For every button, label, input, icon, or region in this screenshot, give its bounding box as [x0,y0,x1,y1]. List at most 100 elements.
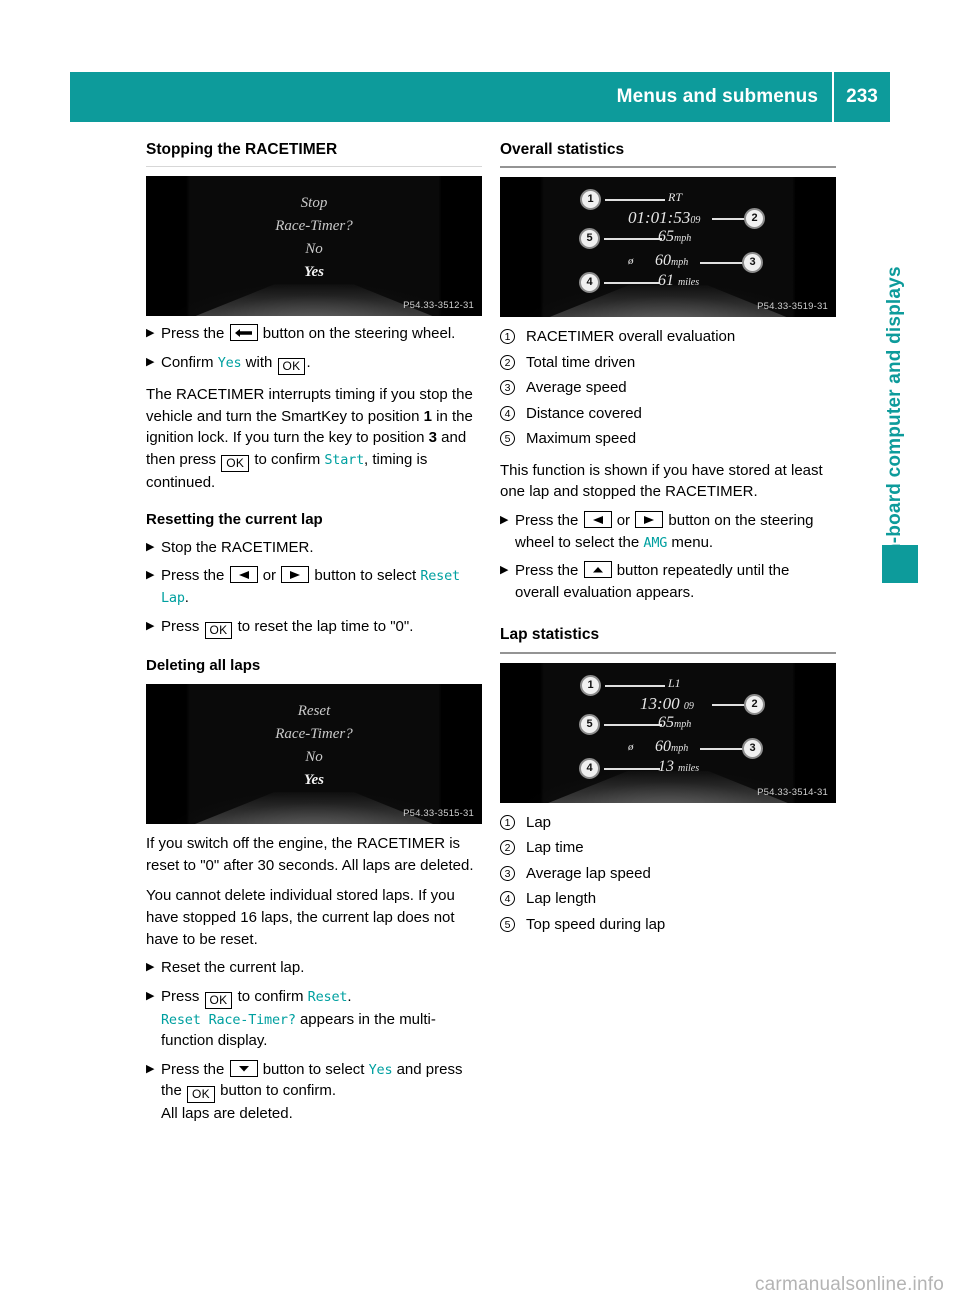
ok-button-icon: OK [277,357,306,375]
legend-number: 5 [500,914,526,934]
page-header: Menus and submenus 233 [70,72,890,122]
leader-line-1 [605,199,665,202]
down-arrow-button-icon [229,1059,258,1077]
legend-item: 5 Top speed during lap [500,914,836,937]
stat-label-rt: RT [668,190,683,205]
legend-number: 4 [500,403,526,423]
ok-button-icon: OK [204,991,233,1009]
step-text-prefix: Press the [161,325,225,343]
leader-line-4 [604,282,660,285]
step-bullet-icon: ▶ [146,961,155,974]
step-text-result: All laps are deleted. [161,1105,293,1123]
legend-label: Total time driven [526,353,636,371]
chapter-tab-marker [882,545,918,583]
step-text-mid: with [245,353,273,371]
up-arrow-button-icon [583,561,612,579]
step-text: Reset the current lap. [161,959,305,977]
legend-label: Average speed [526,379,627,397]
callout-bubble-2: 2 [744,208,765,230]
stat-avg-speed: 60mph [655,252,689,270]
step-text-suffix: button to confirm. [220,1082,337,1100]
stat-lap-time: 13:00 09 [640,693,694,713]
legend-item: 2 Total time driven [500,352,836,375]
left-arrow-button-icon [583,511,612,529]
step-bullet-icon: ▶ [500,564,509,577]
legend-item: 1 RACETIMER overall evaluation [500,326,836,349]
section-title-stopping-racetimer: Stopping the RACETIMER [146,140,482,168]
leader-line-1 [605,684,665,687]
paragraph-racetimer-interrupt: The RACETIMER interrupts timing if you s… [146,384,482,493]
step-select-reset-lap: ▶ Press the or button to select Reset La… [146,565,482,608]
legend-item: 2 Lap time [500,837,836,860]
dialog-option-yes: Yes [304,771,324,788]
legend-number: 1 [500,812,526,832]
dialog-line-1: Stop [300,195,328,212]
legend-number: 2 [500,837,526,857]
legend-label: RACETIMER overall evaluation [526,328,736,346]
illustration-stop-race-timer: Stop Race-Timer? No Yes P54.33-3512-31 [146,176,482,317]
step-text-end: menu. [671,533,714,551]
page-header-title: Menus and submenus [616,86,818,107]
step-text-suffix: button on the steering wheel. [262,325,456,343]
legend-item: 3 Average lap speed [500,863,836,886]
step-bullet-icon: ▶ [500,514,509,527]
step-bullet-icon: ▶ [146,569,155,582]
dialog-line-2: Race-Timer? [275,725,353,742]
leader-line-5 [604,238,662,241]
paragraph-switch-off-engine: If you switch off the engine, the RACETI… [146,835,474,874]
legend-number: 3 [500,377,526,397]
step-bullet-icon: ▶ [146,355,155,368]
step-reset-current-lap: ▶ Reset the current lap. [146,957,482,979]
step-bullet-icon: ▶ [146,619,155,632]
subsection-deleting-all-laps: Deleting all laps [146,656,261,674]
screen-term-start: Start [324,451,364,468]
legend-label: Lap length [526,890,597,908]
legend-number: 1 [500,326,526,346]
legend-number: 5 [500,428,526,448]
screen-dialog-text: Stop Race-Timer? No Yes [146,192,482,283]
subsection-resetting-current-lap: Resetting the current lap [146,511,323,529]
right-arrow-button-icon [281,566,310,584]
page-number: 233 [846,86,878,107]
dialog-line-1: Reset [297,703,331,720]
step-text-prefix: Confirm [161,353,214,371]
stat-avg-symbol: ø [628,255,634,268]
screen-term-yes: Yes [368,1061,393,1078]
step-select-amg-menu: ▶ Press the or button on the steering wh… [500,510,836,553]
dialog-option-yes: Yes [304,263,324,280]
paragraph-cannot-delete-laps: You cannot delete individual stored laps… [146,887,455,948]
screen-dialog-text: Reset Race-Timer? No Yes [146,700,482,791]
stat-top-speed: 65mph [658,713,692,731]
left-column: Stopping the RACETIMER Stop Race-Timer? … [146,140,482,1125]
dialog-line-2: Race-Timer? [275,218,353,235]
step-text-prefix: Press [161,617,200,635]
ok-button-icon: OK [221,454,250,472]
step-press-ok-reset-lap-time: ▶ Press OK to reset the lap time to "0". [146,616,482,639]
stat-total-time: 01:01:5309 [628,208,701,228]
step-text: Stop the RACETIMER. [161,538,314,556]
section-title-overall-statistics: Overall statistics [500,140,836,169]
leader-line-5 [604,723,662,726]
callout-bubble-5: 5 [579,228,600,250]
callout-bubble-1: 1 [580,189,601,211]
section-title-lap-statistics: Lap statistics [500,625,836,654]
callout-bubble-3: 3 [742,252,763,274]
step-text-period: . [306,353,311,371]
step-text-or: or [262,567,277,585]
illustration-code: P54.33-3514-31 [757,786,828,798]
step-stop-racetimer: ▶ Stop the RACETIMER. [146,537,482,559]
step-text-mid: button to select [262,1060,365,1078]
statistics-overlay: 1 L1 2 13:00 09 5 65mph 3 ø 60mph 4 13 m… [500,663,836,803]
legend-item: 4 Lap length [500,888,836,911]
callout-bubble-4: 4 [579,272,600,294]
step-bullet-icon: ▶ [146,989,155,1002]
stat-avg-lap-speed: 60mph [655,737,689,755]
step-text-period: . [184,589,189,607]
step-text-prefix: Press [161,987,200,1005]
step-text-suffix: to reset the lap time to "0". [237,617,414,635]
dialog-option-no: No [305,240,323,257]
legend-item: 3 Average speed [500,377,836,400]
legend-number: 3 [500,863,526,883]
step-text-prefix: Press the [161,567,225,585]
legend-lap-statistics: 1 Lap 2 Lap time 3 Average lap speed 4 L… [500,812,836,937]
